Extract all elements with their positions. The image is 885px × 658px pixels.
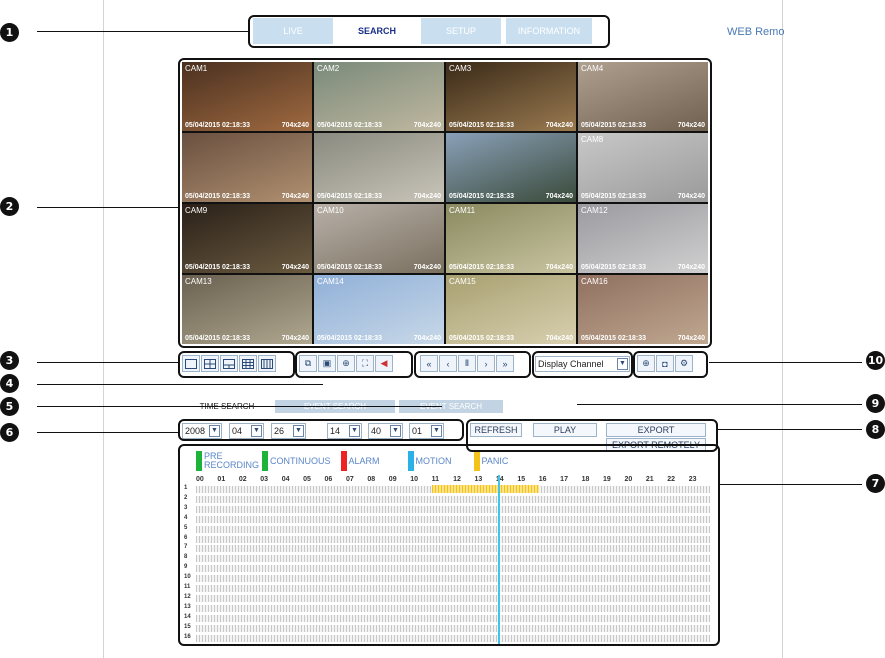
callout-10-leader	[709, 362, 862, 363]
callout-1-leader	[37, 31, 249, 32]
callout-5-badge: 5	[0, 397, 19, 416]
callout-3-badge: 3	[0, 351, 19, 370]
callout-3-leader	[37, 362, 179, 363]
callout-2-bracket	[178, 58, 712, 348]
callout-5-leader	[37, 406, 442, 407]
brand-title: WEB Remo	[727, 26, 785, 38]
callout-7-bracket	[178, 444, 720, 646]
callout-8-leader	[718, 429, 862, 430]
callout-6-bracket	[178, 419, 464, 441]
callout-10-bracket	[633, 351, 708, 378]
callout-9-leader	[577, 404, 862, 405]
callout-5-bracket	[414, 351, 531, 378]
callout-8-badge: 8	[866, 420, 885, 439]
callout-1-bracket	[248, 15, 610, 48]
callout-6-badge: 6	[0, 423, 19, 442]
callout-4-bracket	[295, 351, 413, 378]
callout-6-leader	[37, 432, 179, 433]
callout-10-badge: 10	[866, 351, 885, 370]
callout-9-badge: 9	[866, 394, 885, 413]
callout-1-badge: 1	[0, 23, 19, 42]
callout-4-leader	[37, 384, 323, 385]
callout-4-badge: 4	[0, 374, 19, 393]
callout-7-badge: 7	[866, 474, 885, 493]
callout-9-bracket	[532, 351, 633, 378]
callout-2-badge: 2	[0, 197, 19, 216]
callout-3-bracket	[178, 351, 295, 378]
callout-2-leader	[37, 207, 179, 208]
callout-7-leader	[720, 484, 862, 485]
